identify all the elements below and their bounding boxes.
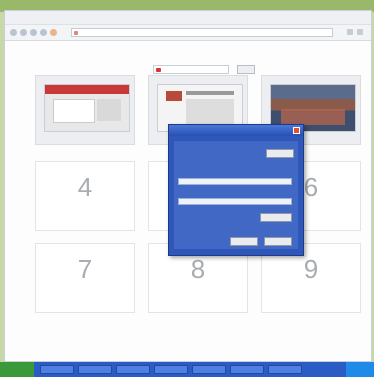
close-icon[interactable] — [293, 127, 300, 134]
slot-number: 9 — [303, 254, 319, 284]
forward-icon[interactable] — [20, 29, 27, 36]
back-icon[interactable] — [10, 29, 17, 36]
address-bar[interactable] — [71, 28, 333, 37]
stop-icon[interactable] — [40, 29, 47, 36]
taskbar-button[interactable] — [230, 365, 264, 374]
search-engine-icon — [156, 68, 161, 72]
speed-dial-slot-1[interactable] — [35, 75, 135, 145]
site-icon — [74, 31, 78, 35]
bookmark-icon[interactable] — [347, 29, 353, 35]
menu-bar — [5, 11, 371, 25]
ok-button[interactable] — [230, 237, 258, 246]
download-icon[interactable] — [357, 29, 363, 35]
search-button[interactable] — [237, 65, 255, 74]
taskbar-button[interactable] — [192, 365, 226, 374]
taskbar-button[interactable] — [268, 365, 302, 374]
navigation-toolbar — [5, 25, 371, 41]
slot-number: 4 — [77, 172, 93, 202]
field2-input[interactable] — [178, 198, 292, 205]
dialog-mid-button[interactable] — [260, 213, 292, 222]
page-thumbnail — [44, 84, 130, 132]
slot-number: 8 — [190, 254, 206, 284]
taskbar-button[interactable] — [116, 365, 150, 374]
taskbar — [0, 362, 374, 377]
slot-number: 7 — [77, 254, 93, 284]
field1-input[interactable] — [178, 178, 292, 185]
home-icon[interactable] — [50, 29, 57, 36]
dialog-title-bar — [169, 125, 303, 136]
taskbar-button[interactable] — [78, 365, 112, 374]
system-tray — [346, 362, 374, 377]
sync-dialog — [168, 124, 304, 256]
cancel-button[interactable] — [264, 237, 292, 246]
dialog-body — [174, 141, 298, 249]
dialog-top-button[interactable] — [266, 149, 294, 158]
toolbar-icons — [347, 29, 363, 35]
search-input[interactable] — [153, 65, 229, 74]
start-button[interactable] — [0, 362, 34, 377]
reload-icon[interactable] — [30, 29, 37, 36]
speed-dial-slot-4[interactable]: 4 — [35, 161, 135, 231]
taskbar-button[interactable] — [154, 365, 188, 374]
speed-dial-slot-7[interactable]: 7 — [35, 243, 135, 313]
taskbar-button[interactable] — [40, 365, 74, 374]
